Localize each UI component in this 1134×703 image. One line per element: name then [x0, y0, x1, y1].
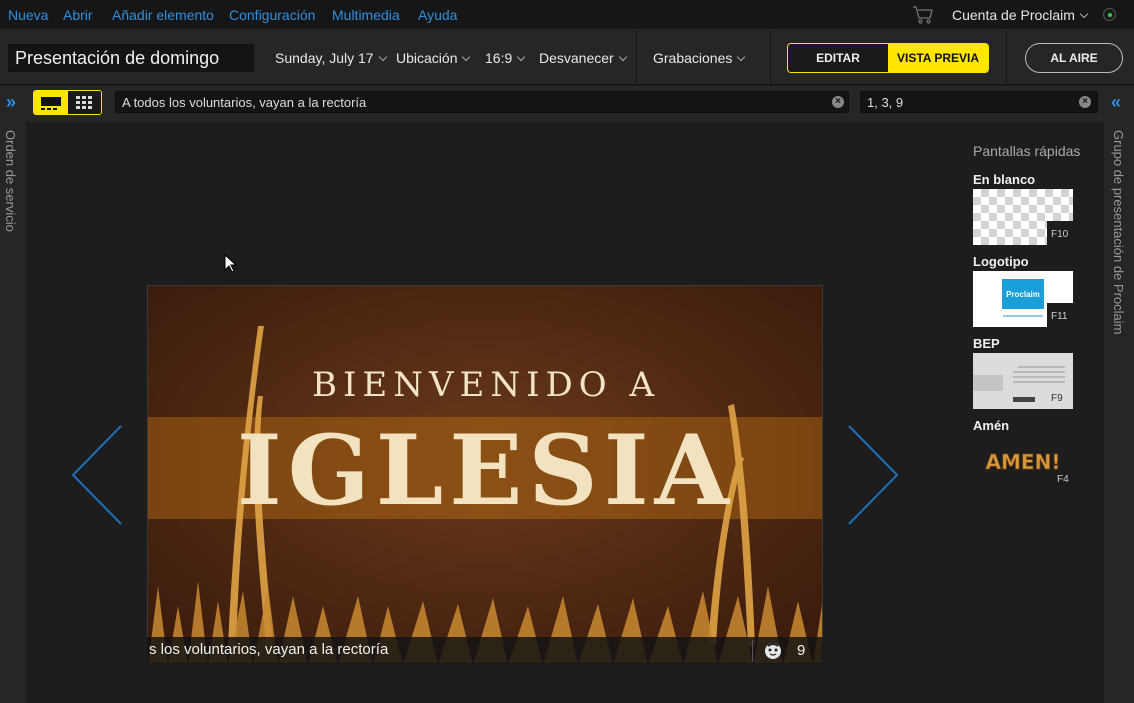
quick-screen-label: Amén: [973, 418, 1010, 433]
single-view-icon: [40, 96, 61, 110]
slide-preview[interactable]: BIENVENIDO A IGLESIA: [147, 285, 823, 664]
quick-screen-label: En blanco: [973, 172, 1036, 187]
prev-arrow-icon[interactable]: [70, 424, 124, 526]
grid-view-button[interactable]: [67, 91, 101, 114]
recordings-label: Grabaciones: [653, 50, 733, 66]
chevron-down-icon: [1079, 9, 1089, 19]
clear-icon[interactable]: ×: [1079, 96, 1091, 108]
quick-screen-logo[interactable]: Proclaim F11: [973, 271, 1073, 327]
service-order-panel[interactable]: Orden de servicio: [0, 122, 26, 703]
account-menu[interactable]: Cuenta de Proclaim: [952, 7, 1089, 23]
quick-screen-amen[interactable]: AMEN! F4: [973, 435, 1073, 491]
preview-button[interactable]: VISTA PREVIA: [888, 44, 988, 72]
transition-label: Desvanecer: [539, 50, 614, 66]
amen-text: AMEN!: [986, 450, 1061, 474]
presentation-title-input[interactable]: Presentación de domingo: [8, 44, 254, 72]
recordings-dropdown[interactable]: Grabaciones: [653, 50, 746, 66]
chevron-down-icon: [378, 52, 387, 62]
expand-icon[interactable]: «: [1111, 92, 1121, 113]
slide-title-line2: IGLESIA: [237, 414, 735, 527]
quick-screen-label: BEP: [973, 336, 1000, 351]
face-icon: [765, 643, 781, 659]
slide-filter-text: 1, 3, 9: [867, 95, 904, 110]
announcement-text: A todos los voluntarios, vayan a la rect…: [122, 95, 367, 110]
location-label: Ubicación: [396, 50, 458, 66]
toolbar: Presentación de domingo Sunday, July 17 …: [0, 31, 1134, 85]
presentation-group-label: Grupo de presentación de Proclaim: [1111, 130, 1126, 335]
menu-anadir-elemento[interactable]: Añadir elemento: [112, 7, 214, 23]
menu-configuracion[interactable]: Configuración: [229, 7, 315, 23]
mode-switch: EDITAR VISTA PREVIA: [787, 43, 989, 73]
account-label: Cuenta de Proclaim: [952, 7, 1075, 23]
slide-title-line1: BIENVENIDO A: [312, 365, 660, 405]
grid-view-icon: [76, 95, 93, 109]
date-dropdown[interactable]: Sunday, July 17: [275, 50, 387, 66]
cart-icon[interactable]: [912, 5, 934, 25]
proclaim-logo: Proclaim: [1002, 279, 1044, 309]
status-icon: [1103, 8, 1116, 21]
hotkey-label: F11: [1047, 303, 1073, 327]
single-view-button[interactable]: [34, 91, 68, 114]
hotkey-label: F10: [1047, 221, 1073, 245]
chevron-down-icon: [517, 52, 526, 62]
next-arrow-icon[interactable]: [846, 424, 900, 526]
aspect-dropdown[interactable]: 16:9: [485, 50, 526, 66]
view-toggle: [33, 90, 102, 115]
chevron-down-icon: [462, 52, 471, 62]
menu-abrir[interactable]: Abrir: [63, 7, 93, 23]
sub-bar: » A todos los voluntarios, vayan a la re…: [0, 86, 1134, 122]
slide-filter-input[interactable]: 1, 3, 9 ×: [860, 91, 1098, 113]
divider: [1006, 31, 1007, 85]
quick-screen-blank[interactable]: F10: [973, 189, 1073, 245]
divider: [770, 31, 771, 85]
chevron-down-icon: [618, 52, 627, 62]
menu-nueva[interactable]: Nueva: [8, 7, 48, 23]
divider: [636, 31, 637, 85]
aspect-label: 16:9: [485, 50, 513, 66]
presentation-group-panel[interactable]: Grupo de presentación de Proclaim: [1104, 122, 1134, 703]
hotkey-label: F4: [1057, 474, 1069, 485]
location-dropdown[interactable]: Ubicación: [396, 50, 471, 66]
chevron-down-icon: [737, 52, 746, 62]
hotkey-label: F9: [1047, 385, 1073, 409]
expand-icon[interactable]: »: [6, 92, 16, 113]
menu-bar: Nueva Abrir Añadir elemento Configuració…: [0, 0, 1134, 30]
edit-button[interactable]: EDITAR: [788, 44, 888, 72]
clear-icon[interactable]: ×: [832, 96, 844, 108]
service-order-label: Orden de servicio: [3, 130, 18, 232]
menu-multimedia[interactable]: Multimedia: [332, 7, 400, 23]
announcement-caption: s los voluntarios, vayan a la rectoría: [147, 637, 823, 664]
transition-dropdown[interactable]: Desvanecer: [539, 50, 627, 66]
slide-image: BIENVENIDO A IGLESIA: [148, 286, 822, 663]
logo-tagline: [1003, 315, 1043, 317]
slide-count: 9: [797, 642, 806, 659]
quick-screens-title: Pantallas rápidas: [973, 143, 1081, 159]
divider: [752, 640, 753, 662]
menu-ayuda[interactable]: Ayuda: [418, 7, 457, 23]
announcement-input[interactable]: A todos los voluntarios, vayan a la rect…: [115, 91, 849, 113]
mouse-cursor-icon: [224, 254, 238, 273]
date-label: Sunday, July 17: [275, 50, 374, 66]
quick-screen-bep[interactable]: F9: [973, 353, 1073, 409]
on-air-button[interactable]: AL AIRE: [1025, 43, 1123, 73]
quick-screen-label: Logotipo: [973, 254, 1029, 269]
